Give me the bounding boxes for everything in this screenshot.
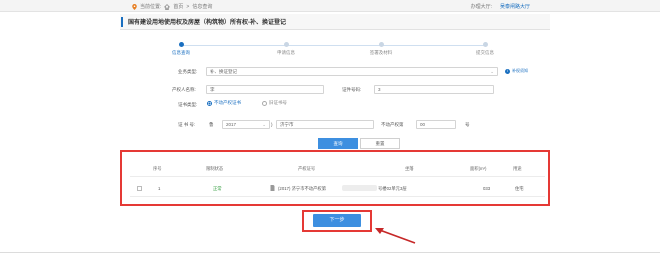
owner-label: 产权人名称: (172, 87, 196, 92)
suffix-label: 号 (465, 122, 470, 127)
row-checkbox[interactable] (137, 186, 142, 191)
radio-circle (262, 100, 267, 106)
property-no-label: 不动产权第 (381, 122, 404, 127)
property-number-value: 00 (420, 122, 426, 127)
radio-old-cert[interactable]: 旧证书号 (262, 100, 287, 106)
row-area: 033 (483, 186, 491, 191)
breadcrumb: 当前位置: 首页 > 信息查询 (132, 3, 212, 10)
step-dot (283, 42, 289, 47)
col-header-cert: 产权证号 (298, 166, 316, 171)
service-hall-name[interactable]: 吴泰闸路大厅 (500, 3, 530, 10)
id-number-value: 3 (378, 87, 381, 92)
radio-label: 不动产权证书 (214, 100, 241, 105)
col-header-index: 序号 (153, 166, 162, 171)
radio-new-cert[interactable]: 不动产权证书 (207, 100, 241, 106)
service-hall-label: 办理大厅: (470, 4, 492, 10)
steps-track (180, 45, 485, 46)
query-button[interactable]: 查询 (318, 138, 358, 149)
business-type-select[interactable]: 补、换证登记 ⌄ (206, 67, 498, 76)
owner-value: 李 (210, 87, 215, 92)
table-divider (130, 196, 545, 197)
business-type-value: 补、换证登记 (210, 69, 237, 74)
col-header-use: 用途 (513, 166, 522, 171)
row-status: 正常 (213, 186, 222, 191)
step-label: 签署及材料 (369, 50, 393, 55)
table-divider (130, 176, 545, 177)
notice-link[interactable]: i 补权须知 (505, 68, 528, 74)
row-location: 号楼02单元3层 (378, 186, 407, 191)
chevron-down-icon: ⌄ (490, 69, 494, 74)
paren-close: ) (271, 122, 273, 127)
step-dot (378, 42, 384, 47)
business-type-label: 业务类型: (178, 69, 198, 74)
redacted-block (342, 185, 377, 191)
row-use: 住宅 (515, 186, 524, 191)
city-value: 济宁市 (280, 122, 294, 127)
service-hall-info: 办理大厅: 吴泰闸路大厅 (471, 3, 530, 10)
page-title: 国有建设用地使用权及房屋（构筑物）所有权-补、换证登记 (128, 20, 286, 26)
reset-button[interactable]: 重置 (360, 138, 400, 149)
id-number-input[interactable]: 3 (374, 85, 494, 94)
property-number-input[interactable]: 00 (416, 120, 456, 129)
breadcrumb-home[interactable]: 首页 (173, 3, 183, 10)
next-button[interactable]: 下一步 (313, 214, 361, 227)
radio-circle (207, 100, 212, 106)
province-prefix: 鲁 (209, 122, 214, 127)
page-title-bar: 国有建设用地使用权及房屋（构筑物）所有权-补、换证登记 (120, 14, 550, 30)
step-label: 提交信息 (476, 50, 494, 55)
top-bar: 当前位置: 首页 > 信息查询 办理大厅: 吴泰闸路大厅 (0, 0, 660, 12)
step-info-query: 信息查询 (146, 42, 216, 56)
row-index: 1 (158, 186, 161, 191)
year-select[interactable]: 2017 ⌄ (222, 120, 270, 129)
info-icon: i (505, 68, 510, 74)
step-submit: 提交信息 (450, 42, 520, 56)
breadcrumb-separator: > (186, 3, 190, 10)
breadcrumb-current: 信息查询 (192, 4, 213, 10)
step-dot (178, 42, 184, 47)
year-value: 2017 (226, 122, 237, 127)
step-label: 申请信息 (277, 50, 295, 55)
col-header-status: 限制状态 (206, 166, 224, 171)
home-icon[interactable] (164, 3, 171, 10)
id-number-label: 证件号码: (342, 87, 362, 92)
radio-label: 旧证书号 (269, 100, 287, 105)
chevron-down-icon: ⌄ (262, 122, 266, 127)
results-highlight-box (120, 150, 550, 206)
footer-divider (0, 252, 660, 253)
location-label: 当前位置: (140, 4, 162, 10)
cert-number-label: 证 书 号: (178, 122, 196, 127)
col-header-location: 坐落 (405, 166, 414, 171)
document-icon (270, 185, 275, 191)
cert-type-label: 证书类型: (178, 102, 198, 107)
step-label: 信息查询 (172, 50, 190, 55)
step-sign-materials: 签署及材料 (346, 42, 416, 56)
col-header-area: 面积(m²) (470, 166, 487, 171)
location-pin-icon (132, 3, 137, 10)
title-accent (121, 16, 123, 27)
step-apply-info: 申请信息 (251, 42, 321, 56)
notice-link-label: 补权须知 (512, 68, 528, 73)
row-cert: (2017) 济宁市不动产权第 (278, 186, 326, 191)
city-input[interactable]: 济宁市 (276, 120, 374, 129)
owner-input[interactable]: 李 (206, 85, 324, 94)
step-dot (482, 42, 488, 47)
